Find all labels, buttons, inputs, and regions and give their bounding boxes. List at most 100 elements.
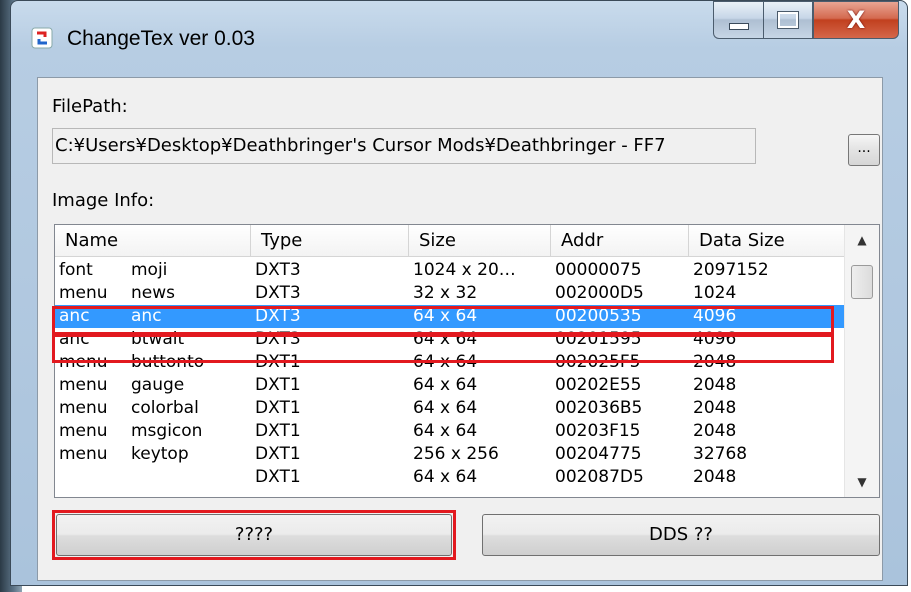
cell-size: 64 x 64 — [413, 306, 478, 326]
cell-size: 64 x 64 — [413, 398, 478, 418]
cell-data-size: 2048 — [693, 398, 737, 418]
left-action-button[interactable]: ???? — [56, 514, 452, 556]
table-row[interactable]: menu colorbal DXT1 64 x 64 002036B5 2048 — [55, 397, 845, 420]
window-title: ChangeTex ver 0.03 — [67, 27, 255, 50]
cell-name-item: anc — [131, 306, 162, 326]
cell-data-size: 2048 — [693, 375, 737, 395]
maximize-button[interactable] — [763, 1, 813, 39]
image-info-label: Image Info: — [52, 190, 155, 211]
cell-type: DXT1 — [255, 421, 301, 441]
cell-type: DXT1 — [255, 444, 301, 464]
cell-type: DXT3 — [255, 260, 301, 280]
client-area: FilePath: C:¥Users¥Desktop¥Deathbringer'… — [37, 77, 883, 581]
app-window: ChangeTex ver 0.03 X FilePath: C:¥Users¥… — [10, 0, 908, 586]
title-bar[interactable]: ChangeTex ver 0.03 X — [11, 1, 907, 77]
vertical-scrollbar[interactable]: ▲ ▼ — [844, 225, 879, 497]
cell-data-size: 2048 — [693, 352, 737, 372]
cell-addr: 00000075 — [555, 260, 642, 280]
scroll-down-icon[interactable]: ▼ — [845, 467, 879, 497]
cell-type: DXT1 — [255, 398, 301, 418]
scroll-up-icon[interactable]: ▲ — [845, 225, 879, 255]
cell-name-item: colorbal — [131, 398, 199, 418]
cell-name-group: font — [59, 260, 93, 280]
filepath-field[interactable]: C:¥Users¥Desktop¥Deathbringer's Cursor M… — [52, 128, 756, 164]
cell-data-size: 4096 — [693, 329, 737, 349]
dds-button[interactable]: DDS ?? — [482, 514, 880, 556]
cell-addr: 00201595 — [555, 329, 642, 349]
cell-name-item: news — [131, 283, 175, 303]
cell-name-item: keytop — [131, 444, 189, 464]
cell-data-size: 2048 — [693, 467, 737, 487]
cell-addr: 00204775 — [555, 444, 642, 464]
cell-addr: 002036B5 — [555, 398, 643, 418]
cell-name: menu keytop — [55, 443, 251, 466]
cell-type: DXT3 — [255, 283, 301, 303]
cell-name-item: gauge — [131, 375, 185, 395]
minimize-button[interactable] — [713, 1, 763, 39]
cell-name: anc anc — [55, 305, 251, 328]
table-row[interactable]: DXT1 64 x 64 002087D5 2048 — [55, 466, 845, 489]
table-row[interactable]: menu msgicon DXT1 64 x 64 00203F15 2048 — [55, 420, 845, 443]
cell-name — [55, 466, 251, 489]
cell-name: menu buttonto — [55, 351, 251, 374]
column-header-addr[interactable]: Addr — [551, 225, 689, 257]
cell-name: anc btwait — [55, 328, 251, 351]
cell-name: menu colorbal — [55, 397, 251, 420]
cell-data-size: 2097152 — [693, 260, 769, 280]
cell-name-group: menu — [59, 444, 108, 464]
image-info-list[interactable]: Name Type Size Addr Data Size font moji DX… — [54, 224, 880, 498]
cell-size: 64 x 64 — [413, 421, 478, 441]
cell-name-group: menu — [59, 375, 108, 395]
cell-size: 1024 x 20… — [413, 260, 516, 280]
table-row[interactable]: font moji DXT3 1024 x 20… 00000075 2097152 — [55, 259, 845, 282]
browse-button[interactable]: ... — [848, 134, 880, 166]
maximize-icon — [777, 11, 799, 29]
cell-type: DXT1 — [255, 375, 301, 395]
cell-name-group: menu — [59, 283, 108, 303]
scrollbar-thumb[interactable] — [851, 265, 873, 299]
list-header: Name Type Size Addr Data Size — [55, 225, 845, 257]
cell-size: 64 x 64 — [413, 375, 478, 395]
cell-data-size: 32768 — [693, 444, 748, 464]
cell-name: font moji — [55, 259, 251, 282]
cell-addr: 002000D5 — [555, 283, 644, 303]
cell-type: DXT1 — [255, 467, 301, 487]
cell-name-group: menu — [59, 352, 108, 372]
table-row[interactable]: menu news DXT3 32 x 32 002000D5 1024 — [55, 282, 845, 305]
cell-size: 64 x 64 — [413, 352, 478, 372]
minimize-icon — [728, 22, 749, 30]
cell-addr: 00203F15 — [555, 421, 641, 441]
column-header-name[interactable]: Name — [55, 225, 251, 257]
cell-size: 64 x 64 — [413, 467, 478, 487]
cell-data-size: 4096 — [693, 306, 737, 326]
cell-data-size: 2048 — [693, 421, 737, 441]
cell-size: 32 x 32 — [413, 283, 478, 303]
table-row[interactable]: menu buttonto DXT1 64 x 64 002025F5 2048 — [55, 351, 845, 374]
cell-type: DXT3 — [255, 306, 301, 326]
cell-name-group: menu — [59, 421, 108, 441]
app-icon — [31, 27, 53, 49]
cell-name-group: menu — [59, 398, 108, 418]
table-row[interactable]: anc btwait DXT3 64 x 64 00201595 4096 — [55, 328, 845, 351]
cell-name: menu msgicon — [55, 420, 251, 443]
cell-size: 64 x 64 — [413, 329, 478, 349]
cell-addr: 00202E55 — [555, 375, 642, 395]
cell-type: DXT3 — [255, 329, 301, 349]
cell-addr: 002087D5 — [555, 467, 644, 487]
cell-size: 256 x 256 — [413, 444, 499, 464]
table-row[interactable]: menu gauge DXT1 64 x 64 00202E55 2048 — [55, 374, 845, 397]
window-controls: X — [713, 1, 899, 41]
cell-name: menu gauge — [55, 374, 251, 397]
close-button[interactable]: X — [813, 1, 899, 39]
column-header-size[interactable]: Size — [409, 225, 551, 257]
cell-name-item: btwait — [131, 329, 185, 349]
list-rows: font moji DXT3 1024 x 20… 00000075 2097152 men… — [55, 259, 845, 489]
column-header-data-size[interactable]: Data Size — [689, 225, 845, 257]
filepath-label: FilePath: — [52, 96, 128, 117]
table-row[interactable]: anc anc DXT3 64 x 64 00200535 4096 — [55, 305, 845, 328]
cell-addr: 00200535 — [555, 306, 642, 326]
cell-name-group: anc — [59, 306, 90, 326]
cell-addr: 002025F5 — [555, 352, 641, 372]
column-header-type[interactable]: Type — [251, 225, 409, 257]
table-row[interactable]: menu keytop DXT1 256 x 256 00204775 32768 — [55, 443, 845, 466]
